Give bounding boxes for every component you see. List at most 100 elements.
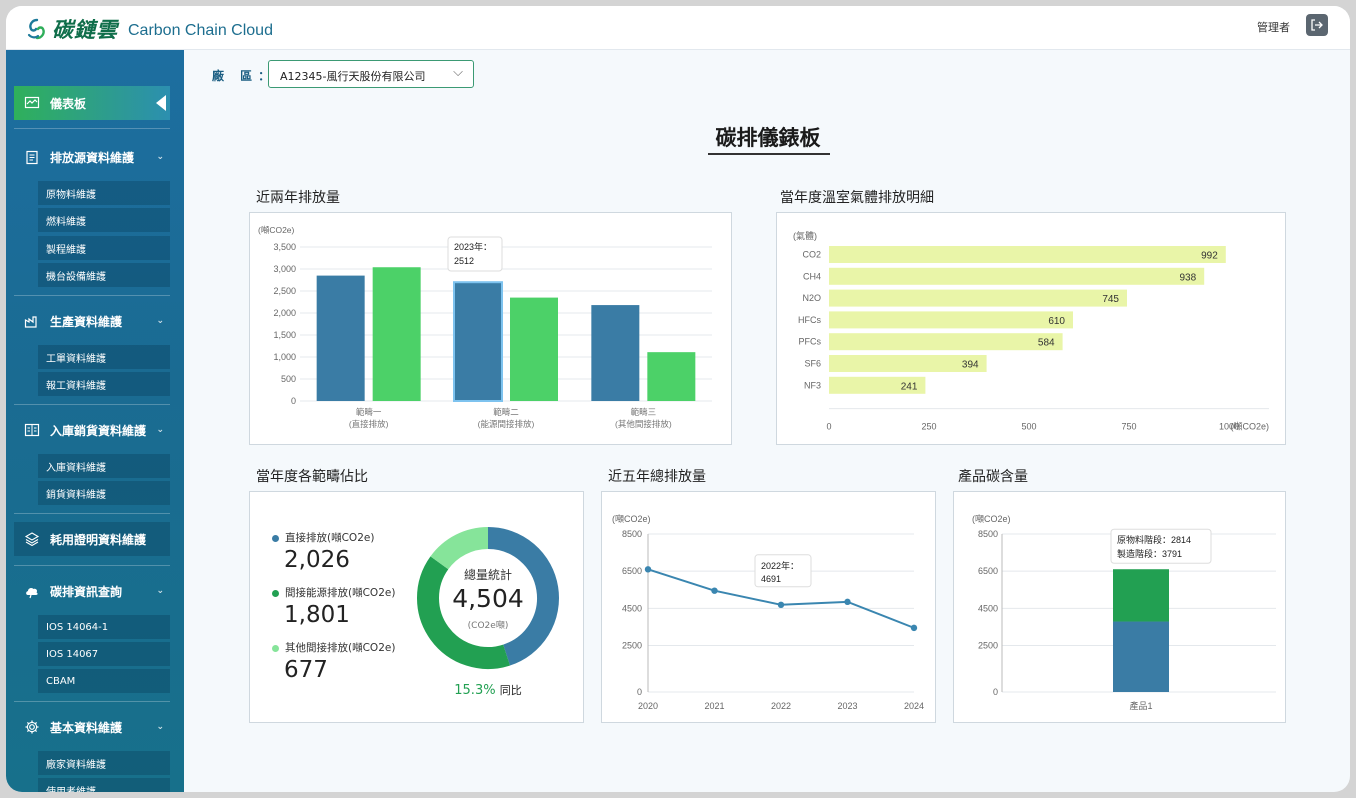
bar: [591, 305, 640, 401]
plant-select[interactable]: A12345-風行天股份有限公司 ⌵: [268, 60, 474, 88]
sidebar-group-emission-query[interactable]: 碳排資訊查詢 ⌄: [14, 576, 170, 606]
legend-value: 1,801: [284, 602, 350, 628]
tooltip-title: 2022年：: [761, 560, 799, 571]
bar: [647, 352, 696, 401]
sidebar-item-vendors[interactable]: 廠家資料維護: [38, 751, 170, 775]
sidebar-group-production[interactable]: 生產資料維護 ⌄: [14, 306, 170, 336]
sidebar-group-inventory-sales[interactable]: 入庫銷貨資料維護 ⌄: [14, 415, 170, 445]
y-axis-unit: (噸CO2e): [972, 513, 1011, 524]
divider: [14, 513, 170, 514]
section-title-five-year: 近五年總排放量: [608, 469, 706, 485]
y-tick-label: PFCs: [799, 337, 822, 347]
sidebar: 儀表板 排放源資料維護 ⌄ 原物料維護 燃料維護 製程維護 機台設備維護 生產資…: [6, 50, 184, 792]
sidebar-group-basic-data[interactable]: 基本資料維護 ⌄: [14, 712, 170, 742]
legend-value: 2,026: [284, 547, 350, 573]
sidebar-item-raw-materials[interactable]: 原物料維護: [38, 181, 170, 205]
sidebar-item-dashboard[interactable]: 儀表板: [14, 86, 170, 120]
sidebar-group-consumption-proof[interactable]: 耗用證明資料維護: [14, 522, 170, 556]
logout-button[interactable]: [1306, 14, 1328, 36]
y-tick-label: 3,000: [273, 264, 296, 274]
y-tick-label: 8500: [622, 529, 642, 539]
layers-icon: [24, 532, 40, 547]
sidebar-item-equipment[interactable]: 機台設備維護: [38, 263, 170, 287]
section-title-product: 產品碳含量: [958, 469, 1028, 485]
y-tick-label: 6500: [978, 566, 998, 576]
donut-center-unit: (CO2e噸): [467, 621, 509, 631]
x-tick-label: 2021: [704, 701, 724, 711]
x-tick-label: 250: [921, 422, 936, 432]
x-tick-label: 範疇一: [356, 407, 382, 417]
title-underline: [708, 153, 830, 155]
chevron-down-icon: ⌄: [156, 152, 164, 162]
legend-label: 間接能源排放(噸CO2e): [285, 587, 396, 599]
logo-icon: [27, 18, 45, 40]
data-label: 610: [1048, 316, 1065, 327]
donut-center-title: 總量統計: [463, 568, 512, 582]
sidebar-item-label: 儀表板: [50, 96, 87, 111]
bar: [510, 297, 558, 401]
stacked-bar-segment: [1113, 621, 1169, 692]
bar: [453, 281, 503, 402]
x-tick-label: 範疇三: [631, 407, 657, 417]
y-tick-label: 1,000: [273, 352, 296, 362]
bar: [829, 333, 1063, 351]
sidebar-item-sales[interactable]: 銷貨資料維護: [38, 481, 170, 505]
brand-logo[interactable]: 碳鏈雲 Carbon Chain Cloud: [26, 14, 273, 44]
bar: [829, 267, 1205, 285]
chart-tooltip: 2023年： 2512: [447, 236, 503, 272]
yearly-bar-chart: (噸CO2e) 3,500 3,000 2,500 2,000 1,500 1,000 500…: [258, 225, 712, 429]
plant-label: 廠 區：: [212, 69, 277, 83]
y-tick-label: 500: [281, 374, 296, 384]
scope-legend: 直接排放(噸CO2e) 2,026 間接能源排放(噸CO2e) 1,801 其他…: [272, 530, 422, 683]
sidebar-group-label: 入庫銷貨資料維護: [50, 423, 147, 438]
y-tick-label: 2,500: [273, 286, 296, 296]
y-tick-label: 3,500: [273, 242, 296, 252]
section-title-gases: 當年度溫室氣體排放明細: [780, 190, 934, 206]
gas-chart-panel: (氣體) CO2 992 CH4 938 N2O 745 HFCs 610 PFCs 584 SF6 3…: [776, 212, 1286, 445]
y-tick-label: 8500: [978, 529, 998, 539]
sidebar-item-iso-14067[interactable]: IOS 14067: [38, 642, 170, 666]
x-tick-label: 2023: [837, 701, 857, 711]
chart-tooltip: 2022年： 4691: [754, 554, 812, 588]
y-tick-label: 4500: [622, 603, 642, 613]
x-tick-label: (直接排放): [349, 419, 389, 429]
bar: [829, 246, 1226, 263]
sidebar-item-work-orders[interactable]: 工單資料維護: [38, 345, 170, 369]
stacked-bar-segment: [1113, 569, 1169, 622]
chevron-down-icon: ⌄: [156, 316, 164, 326]
sidebar-item-process[interactable]: 製程維護: [38, 236, 170, 260]
legend-dot: [272, 534, 279, 542]
y-tick-label: 0: [993, 687, 998, 697]
section-title-yearly: 近兩年排放量: [256, 190, 340, 206]
brand-name-zh: 碳鏈雲: [52, 18, 118, 42]
y-tick-label: NF3: [804, 380, 821, 390]
y-tick-label: 6500: [622, 566, 642, 576]
x-tick-label: (其他間接排放): [615, 419, 672, 429]
sidebar-item-stock-in[interactable]: 入庫資料維護: [38, 454, 170, 478]
data-point: [844, 598, 851, 606]
sidebar-item-work-reports[interactable]: 報工資料維護: [38, 372, 170, 396]
sidebar-item-fuel[interactable]: 燃料維護: [38, 208, 170, 232]
legend-value: 677: [284, 657, 328, 683]
yoy-label: 同比: [499, 684, 522, 697]
tooltip-title: 2023年：: [454, 241, 492, 252]
user-name[interactable]: 管理者: [1257, 19, 1290, 35]
bar: [316, 275, 365, 401]
divider: [14, 404, 170, 405]
x-tick-label: 2020: [638, 701, 658, 711]
five-year-chart-panel: (噸CO2e) 8500 6500 4500 2500 0 2020 2021 2022 2023…: [601, 491, 936, 723]
x-tick-label: 2024: [904, 701, 924, 711]
y-axis-unit: (噸CO2e): [612, 513, 651, 524]
yoy-value: 15.3%: [454, 683, 496, 698]
legend-item: 直接排放(噸CO2e): [272, 530, 422, 545]
factory-icon: [24, 316, 37, 328]
sidebar-item-users[interactable]: 使用者維護: [38, 778, 170, 792]
sidebar-item-cbam[interactable]: CBAM: [38, 669, 170, 693]
data-label: 394: [962, 360, 979, 371]
y-axis-unit: (氣體): [793, 230, 817, 241]
book-icon: [24, 423, 40, 437]
x-tick-label: 範疇二: [493, 407, 519, 417]
sidebar-group-label: 基本資料維護: [50, 720, 123, 735]
sidebar-item-iso-14064[interactable]: IOS 14064-1: [38, 615, 170, 639]
chevron-down-icon: ⌄: [156, 586, 164, 596]
